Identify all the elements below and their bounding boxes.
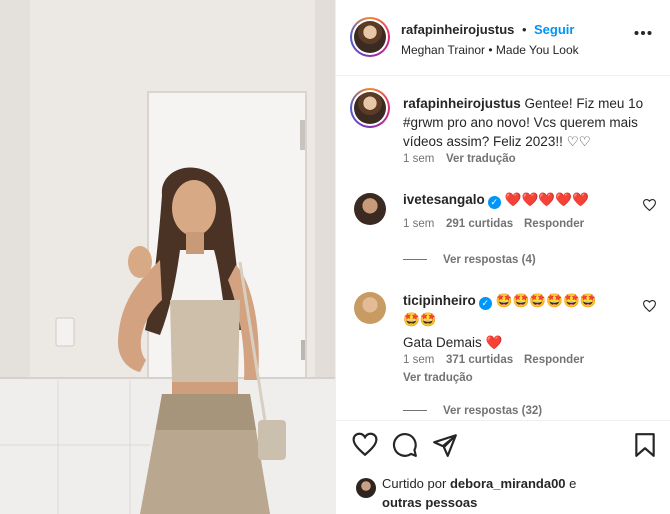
more-icon[interactable] [634,30,652,36]
comment-time: 1 sem [403,354,435,366]
verified-badge-icon: ✓ [487,196,501,209]
verified-badge-icon: ✓ [478,297,492,310]
comment-text: 🤩🤩 [403,312,437,327]
comment-avatar[interactable] [354,292,386,324]
music-track[interactable]: Meghan Trainor • Made You Look [401,43,579,57]
video-frame [0,0,335,514]
comment-avatar[interactable] [354,193,386,225]
caption-avatar[interactable] [350,88,390,128]
comment-translate-link[interactable]: Ver tradução [403,372,473,384]
reply-button[interactable]: Responder [524,218,584,230]
post-video[interactable] [0,0,335,514]
post-side-panel: rafapinheirojustus • Seguir Meghan Train… [335,0,670,514]
reply-button[interactable]: Responder [524,354,584,366]
comment-author[interactable]: ticipinheiro [403,293,476,308]
bookmark-icon[interactable] [632,432,658,458]
liked-by-user[interactable]: debora_miranda00 [450,476,566,491]
view-replies-link[interactable]: Ver respostas (32) [403,405,542,418]
caption-translate-link[interactable]: Ver tradução [446,153,516,165]
share-icon[interactable] [432,432,458,458]
follow-button[interactable]: Seguir [534,22,574,37]
caption-author[interactable]: rafapinheirojustus [403,96,521,111]
liked-by: Curtido por debora_miranda00 e outras pe… [382,474,652,512]
caption-time: 1 sem [403,153,435,165]
author-avatar[interactable] [350,17,390,57]
view-replies-label: Ver respostas (32) [443,405,543,417]
replies-divider [403,259,427,260]
instagram-post-modal: rafapinheirojustus • Seguir Meghan Train… [0,0,670,514]
comment-body: ticipinheiro ✓ 🤩🤩🤩🤩🤩🤩 🤩🤩 Gata Demais ❤️ [403,291,643,352]
heart-icon[interactable] [352,432,378,458]
liked-by-conj: e [569,476,577,491]
comment-author[interactable]: ivetesangalo [403,192,485,207]
actions-divider [336,420,670,421]
comment-icon[interactable] [392,432,418,458]
liked-by-others[interactable]: outras pessoas [382,495,477,510]
comment-text: 🤩🤩🤩🤩🤩🤩 [495,293,597,308]
liker-avatar[interactable] [356,478,376,498]
header-separator: • [522,22,527,37]
comment-text: Gata Demais ❤️ [403,335,503,350]
post-actions-bar [336,424,670,468]
comment-body: ivetesangalo ✓ ❤️❤️❤️❤️❤️ [403,190,643,209]
comment-text: ❤️❤️❤️❤️❤️ [504,192,589,207]
replies-divider [403,410,427,411]
comment-likes[interactable]: 291 curtidas [446,218,513,230]
comment-likes[interactable]: 371 curtidas [446,354,513,366]
view-replies-link[interactable]: Ver respostas (4) [403,254,536,266]
comment-like-icon[interactable] [643,300,656,312]
view-replies-label: Ver respostas (4) [443,254,536,266]
author-username[interactable]: rafapinheirojustus [401,22,514,37]
post-header: rafapinheirojustus • Seguir Meghan Train… [336,0,670,76]
liked-by-prefix: Curtido por [382,476,447,491]
comment-like-icon[interactable] [643,199,656,211]
comment-time: 1 sem [403,218,435,230]
caption: rafapinheirojustus Gentee! Fiz meu 1o #g… [403,94,653,151]
